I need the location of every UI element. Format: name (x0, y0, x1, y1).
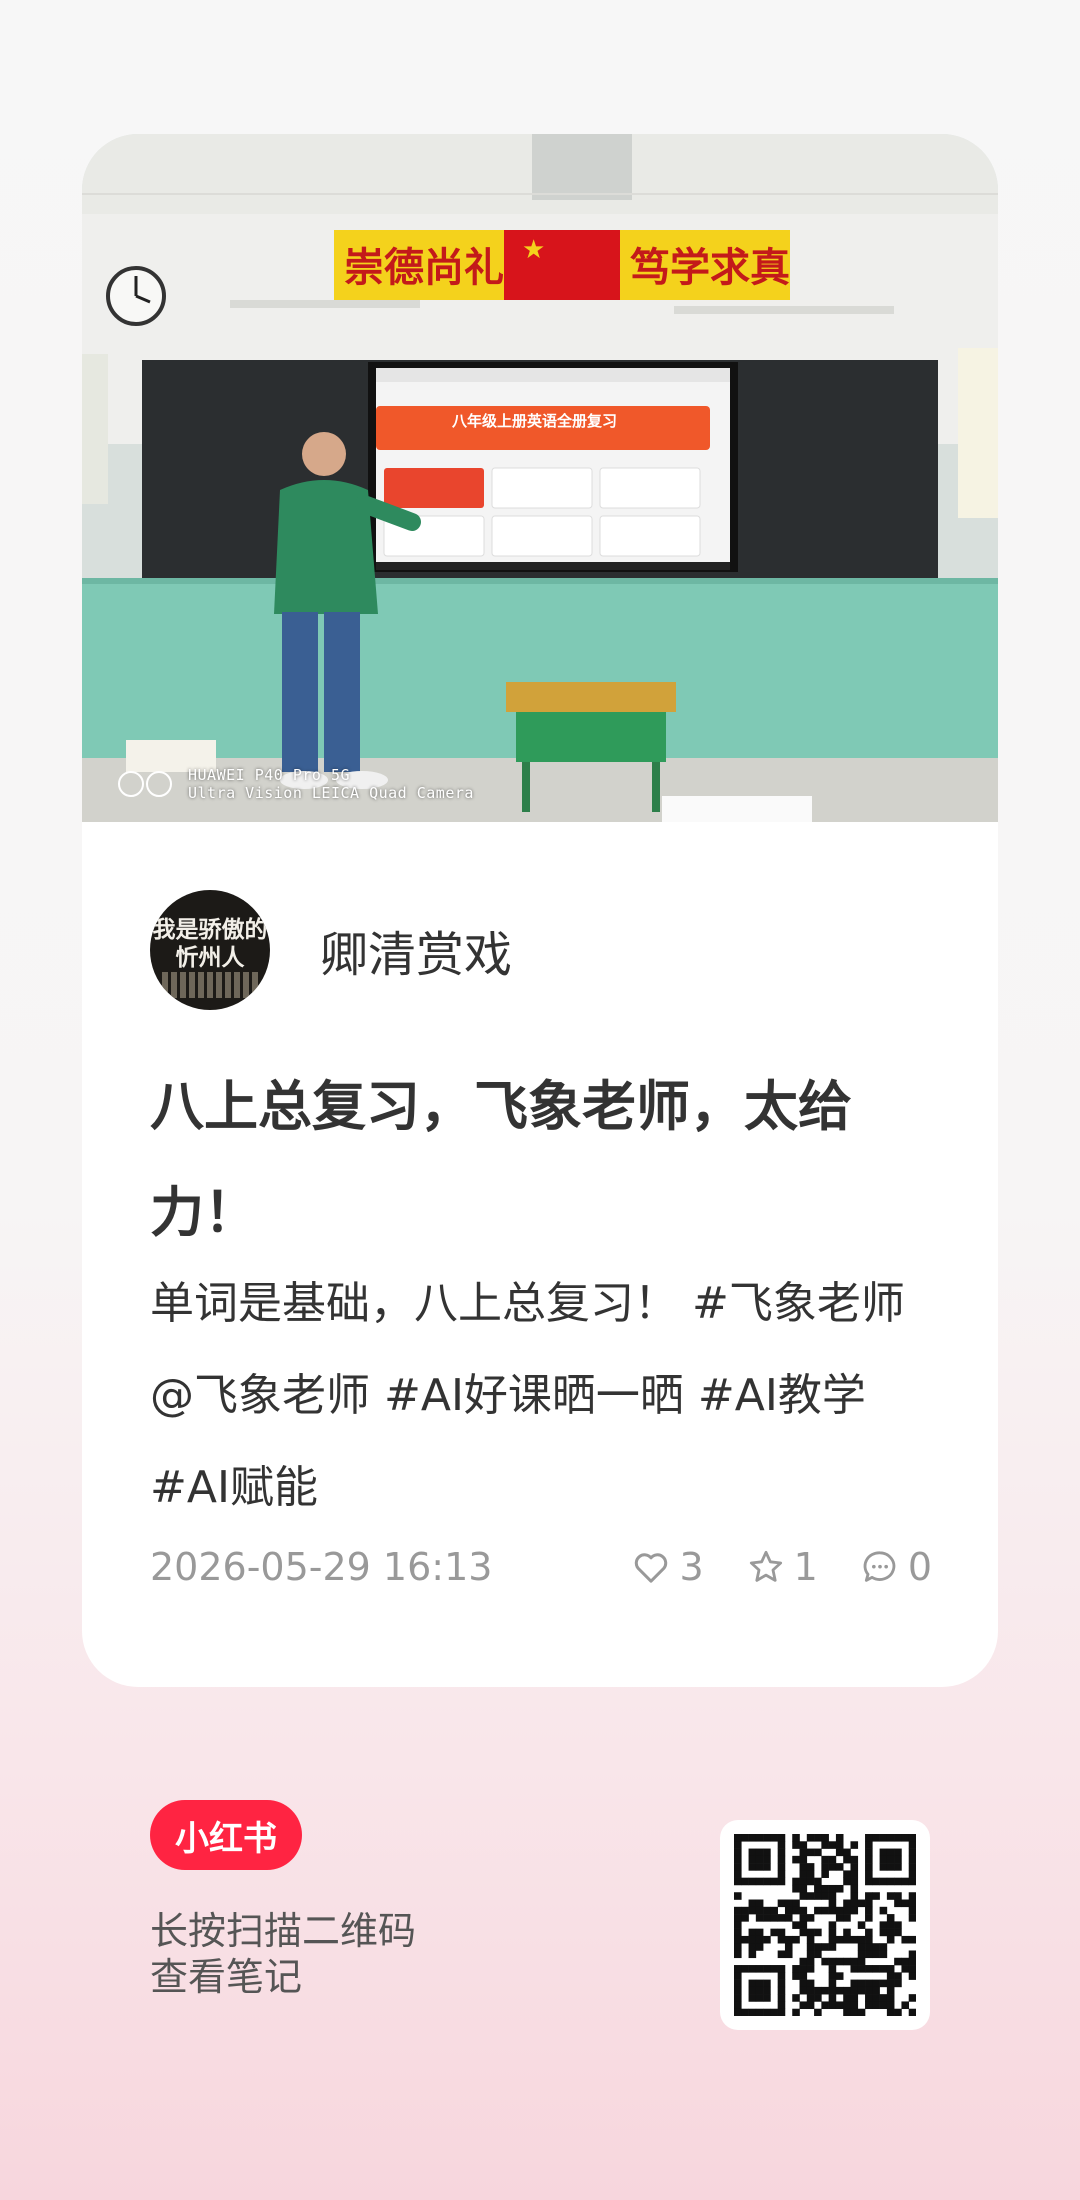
like-button[interactable]: 3 (631, 1545, 704, 1589)
comment-count: 0 (907, 1545, 932, 1589)
like-count: 3 (679, 1545, 704, 1589)
camera-rings-icon (118, 771, 172, 797)
camera-watermark: HUAWEI P40 Pro 5G Ultra Vision LEICA Qua… (118, 766, 474, 802)
scan-hint-line2: 查看笔记 (150, 1955, 303, 1999)
xiaohongshu-logo: 小红书 (150, 1800, 302, 1870)
post-photo[interactable]: 崇德尚礼 笃学求真 ★ 八年级上册英语全册复习 HUAWEI P40 Pro 5… (82, 134, 998, 822)
qr-code[interactable] (720, 1820, 930, 2030)
author-row[interactable]: 我是骄傲的 忻州人 卿清赏戏 (150, 890, 512, 1010)
comment-button[interactable]: 0 (860, 1545, 932, 1589)
author-name[interactable]: 卿清赏戏 (320, 915, 512, 985)
avatar-text-line2: 忻州人 (175, 944, 245, 971)
heart-icon (635, 1553, 668, 1583)
scan-hint-line1: 长按扫描二维码 (150, 1909, 417, 1953)
banner-right-text: 笃学求真 (630, 245, 790, 291)
scan-hint: 长按扫描二维码 查看笔记 (150, 1908, 416, 2000)
avatar-pattern (162, 972, 258, 998)
collect-button[interactable]: 1 (746, 1545, 818, 1589)
post-meta: 2026-05-29 16:13 3 1 0 (150, 1542, 932, 1592)
post-date: 2026-05-29 16:13 (150, 1545, 493, 1589)
post-body: 单词是基础，八上总复习！ #飞象老师 @飞象老师 #AI好课晒一晒 #AI教学 … (150, 1278, 905, 1513)
post-card[interactable]: 崇德尚礼 笃学求真 ★ 八年级上册英语全册复习 HUAWEI P40 Pro 5… (82, 134, 998, 1687)
star-icon (749, 1550, 782, 1582)
camera-model: HUAWEI P40 Pro 5G (188, 766, 351, 784)
camera-tagline: Ultra Vision LEICA Quad Camera (188, 784, 474, 802)
collect-count: 1 (793, 1545, 818, 1589)
banner-left-text: 崇德尚礼 (344, 245, 504, 291)
svg-text:★: ★ (522, 235, 545, 265)
qr-code-pattern (734, 1834, 916, 2016)
post-title: 八上总复习，飞象老师，太给力！ (150, 1075, 852, 1244)
screen-title: 八年级上册英语全册复习 (451, 412, 617, 430)
avatar[interactable]: 我是骄傲的 忻州人 (150, 890, 270, 1010)
comment-icon (863, 1551, 896, 1582)
